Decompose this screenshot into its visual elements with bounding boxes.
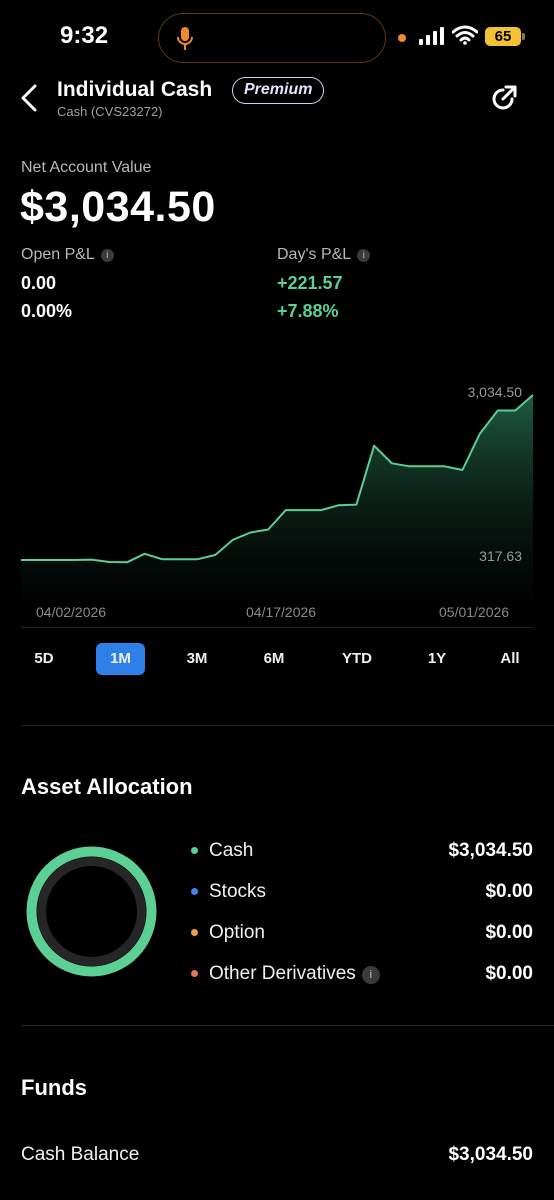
legend-dot-cash [191, 847, 198, 854]
day-pl-label-text: Day's P&L [277, 246, 352, 263]
chart-x-tick: 04/17/2026 [246, 604, 317, 620]
chart-x-tick: 04/02/2026 [36, 604, 107, 620]
allocation-value-stocks: $0.00 [485, 881, 533, 902]
open-pl-label: Open P&L i [21, 246, 114, 264]
chevron-left-icon[interactable] [18, 83, 42, 113]
premium-badge[interactable]: Premium [232, 77, 325, 104]
info-icon[interactable]: i [361, 966, 380, 984]
cash-balance-value: $3,034.50 [448, 1144, 533, 1165]
divider [21, 1025, 554, 1026]
open-pl-percent: 0.00% [21, 301, 73, 321]
allocation-label-stocks: Stocks [209, 881, 267, 902]
day-pl-percent: +7.88% [277, 301, 339, 321]
allocation-value-other-derivatives: $0.00 [485, 963, 533, 984]
wifi-icon [452, 25, 478, 45]
divider [21, 725, 554, 726]
allocation-label-option: Option [209, 922, 265, 943]
tab-1m[interactable]: 1M [96, 643, 145, 675]
battery-icon: 65 [485, 27, 525, 46]
account-title: Individual Cash [57, 78, 213, 101]
legend-dot-option [191, 929, 198, 936]
dynamic-island [158, 13, 386, 63]
tab-6m[interactable]: 6M [254, 643, 294, 675]
range-tabs: 5D 1M 3M 6M YTD 1Y All [0, 643, 554, 677]
tab-5d[interactable]: 5D [24, 643, 64, 675]
day-pl-amount: +221.57 [277, 273, 343, 293]
tab-3m[interactable]: 3M [177, 643, 217, 675]
status-time: 9:32 [60, 22, 109, 49]
allocation-value-cash: $3,034.50 [448, 840, 533, 861]
legend-dot-stocks [191, 888, 198, 895]
chart-min-label: 317.63 [479, 548, 522, 564]
signal-icon [419, 27, 444, 45]
allocation-value-option: $0.00 [485, 922, 533, 943]
allocation-label-cash: Cash [209, 840, 254, 861]
open-pl-amount: 0.00 [21, 273, 57, 293]
info-icon[interactable]: i [357, 249, 371, 262]
divider [21, 627, 533, 628]
tab-all[interactable]: All [490, 643, 530, 675]
allocation-donut-chart[interactable] [26, 846, 157, 977]
legend-dot-other-derivatives [191, 970, 198, 977]
account-subtitle: Cash (CVS23272) [57, 104, 163, 119]
allocation-label-other-derivatives: Other Derivatives i [209, 963, 380, 985]
tab-1y[interactable]: 1Y [417, 643, 457, 675]
privacy-indicator-dot [398, 34, 406, 42]
mic-icon [177, 27, 193, 50]
net-account-value: $3,034.50 [20, 183, 216, 231]
info-icon[interactable]: i [100, 249, 114, 262]
net-account-value-label: Net Account Value [21, 159, 152, 176]
open-pl-label-text: Open P&L [21, 246, 95, 263]
cash-balance-label: Cash Balance [21, 1144, 140, 1165]
tab-ytd[interactable]: YTD [333, 643, 381, 675]
funds-title: Funds [21, 1075, 87, 1100]
account-value-chart[interactable] [0, 370, 554, 600]
allocation-label-other-derivatives-text: Other Derivatives [209, 963, 356, 984]
chart-max-label: 3,034.50 [467, 384, 523, 400]
chart-area-fill [21, 395, 533, 600]
share-icon[interactable] [490, 84, 518, 112]
status-bar: 9:32 65 [0, 0, 554, 76]
donut-inner-ring [37, 857, 146, 966]
day-pl-label: Day's P&L i [277, 246, 371, 264]
chart-x-tick: 05/01/2026 [439, 604, 510, 620]
asset-allocation-title: Asset Allocation [21, 774, 193, 799]
donut-slice-cash [26, 846, 157, 977]
